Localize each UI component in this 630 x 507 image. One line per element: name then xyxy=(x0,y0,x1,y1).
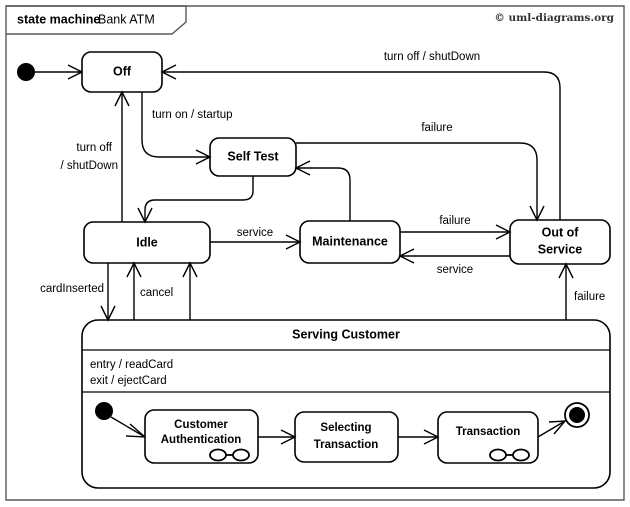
state-selecting-transaction[interactable] xyxy=(294,411,399,463)
state-self-test-label: Self Test xyxy=(227,149,279,163)
state-idle-label: Idle xyxy=(136,235,158,249)
state-customer-authentication-label-line2: Authentication xyxy=(161,434,242,446)
state-out-of-service-label-line2: Service xyxy=(538,242,583,256)
label-service-out-of-service: service xyxy=(437,264,473,276)
label-turn-on-startup: turn on / startup xyxy=(152,109,233,121)
initial-pseudostate-top xyxy=(17,63,35,81)
label-cancel: cancel xyxy=(140,287,173,299)
edge-self-test-to-out-of-service xyxy=(296,142,538,220)
serving-customer-entry-action: entry / readCard xyxy=(90,359,173,371)
label-turn-off-shutdown-left-line1: turn off xyxy=(76,142,112,154)
copyright-notice: © uml-diagrams.org xyxy=(494,12,614,24)
label-card-inserted: cardInserted xyxy=(40,283,104,295)
label-failure-maintenance: failure xyxy=(439,215,470,227)
label-turn-off-shutdown-top: turn off / shutDown xyxy=(384,51,480,63)
state-maintenance-label: Maintenance xyxy=(312,234,388,248)
label-failure-self-test: failure xyxy=(421,122,452,134)
serving-customer-exit-action: exit / ejectCard xyxy=(90,375,167,387)
state-customer-authentication-label-line1: Customer xyxy=(174,419,228,431)
state-selecting-transaction-label-line1: Selecting xyxy=(320,422,371,434)
label-service-idle-to-maintenance: service xyxy=(237,227,273,239)
final-state-serving xyxy=(564,402,590,428)
frame-name: Bank ATM xyxy=(98,12,155,26)
label-turn-off-shutdown-left-line2: / shutDown xyxy=(60,160,118,172)
label-failure-serving-customer: failure xyxy=(574,291,605,303)
edge-off-to-self-test xyxy=(141,92,210,158)
frame-keyword: state machine xyxy=(17,12,100,26)
initial-pseudostate-serving xyxy=(95,402,113,420)
edge-maintenance-to-self-test xyxy=(296,167,351,221)
state-transaction-label: Transaction xyxy=(456,426,521,438)
state-selecting-transaction-label-line2: Transaction xyxy=(314,439,379,451)
state-off-label: Off xyxy=(113,64,132,78)
edge-self-test-to-idle xyxy=(144,176,254,222)
state-out-of-service-label-line1: Out of xyxy=(542,225,580,239)
uml-state-machine-diagram: state machine Bank ATM © uml-diagrams.or… xyxy=(0,0,630,507)
state-serving-customer-title: Serving Customer xyxy=(292,327,400,341)
